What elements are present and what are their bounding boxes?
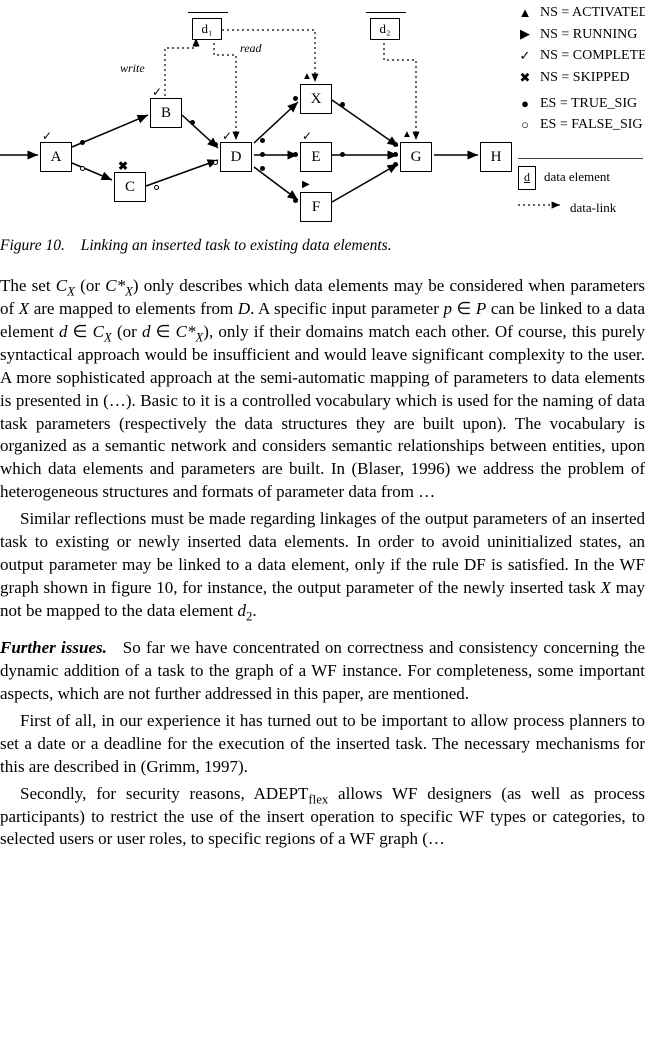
true-sig-icon <box>293 198 298 203</box>
node-G: G <box>400 142 432 172</box>
triangle-right-icon: ▶ <box>302 178 310 192</box>
check-icon: ✓ <box>222 128 232 144</box>
true-sig-icon <box>340 152 345 157</box>
triangle-up-icon: ▲ <box>402 128 412 142</box>
node-label: B <box>161 105 171 121</box>
node-label: F <box>312 199 320 215</box>
triangle-right-icon: ▶ <box>518 24 532 44</box>
node-label: C <box>125 179 135 195</box>
false-sig-icon <box>213 160 218 165</box>
legend-text: ES = FALSE_SIG <box>540 114 643 136</box>
true-sig-icon <box>260 166 265 171</box>
legend-divider <box>518 158 643 159</box>
run-in-heading: Further issues. <box>0 638 107 657</box>
data-element-d1: d₁ <box>192 18 222 40</box>
true-sig-icon <box>293 152 298 157</box>
paragraph: Further issues. So far we have concentra… <box>0 637 645 706</box>
true-sig-icon <box>340 102 345 107</box>
node-X: X <box>300 84 332 114</box>
triangle-up-icon: ▲ <box>518 3 532 23</box>
legend-text: data-link <box>570 200 616 215</box>
filled-circle-icon: ● <box>518 94 532 114</box>
x-icon: ✖ <box>118 158 128 174</box>
node-C: C <box>114 172 146 202</box>
paragraph: The set CX (or C*X) only describes which… <box>0 275 645 504</box>
node-A: A <box>40 142 72 172</box>
legend-text: NS = ACTIVATED <box>540 2 645 24</box>
node-label: D <box>231 149 242 165</box>
true-sig-icon <box>190 120 195 125</box>
triangle-up-icon: ▲ <box>302 70 312 84</box>
node-label: X <box>311 91 322 107</box>
figure-legend: ▲ NS = ACTIVATED ▶ NS = RUNNING ✓ NS = COMP… <box>518 2 645 136</box>
data-underline <box>366 12 406 13</box>
node-D: D <box>220 142 252 172</box>
paragraph: Similar reflections must be made regardi… <box>0 508 645 623</box>
true-sig-icon <box>260 152 265 157</box>
figure-10: d₁ d₂ write read A B C D X E F G H ✓ ✓ ✖… <box>0 0 645 230</box>
check-icon: ✓ <box>302 128 312 144</box>
true-sig-icon <box>393 162 398 167</box>
true-sig-icon <box>393 142 398 147</box>
data-underline <box>188 12 228 13</box>
check-icon: ✓ <box>42 128 52 144</box>
check-icon: ✓ <box>518 46 532 66</box>
node-E: E <box>300 142 332 172</box>
node-H: H <box>480 142 512 172</box>
data-element-d2: d₂ <box>370 18 400 40</box>
anno-read: read <box>240 40 262 56</box>
node-label: G <box>411 149 422 165</box>
true-sig-icon <box>260 138 265 143</box>
true-sig-icon <box>293 96 298 101</box>
paragraph-text: Secondly, for security reasons, ADEPTfle… <box>0 784 645 849</box>
anno-write: write <box>120 60 145 76</box>
node-label: E <box>311 149 320 165</box>
legend-text: data element <box>544 169 610 184</box>
true-sig-icon <box>393 152 398 157</box>
paragraph-text: The set CX (or C*X) only describes which… <box>0 276 645 501</box>
node-B: B <box>150 98 182 128</box>
paragraph-text: First of all, in our experience it has t… <box>0 711 645 776</box>
false-sig-icon <box>80 166 85 171</box>
data-element-label: d₂ <box>379 21 390 36</box>
false-sig-icon <box>154 185 159 190</box>
x-icon: ✖ <box>518 68 532 88</box>
true-sig-icon <box>80 140 85 145</box>
node-label: H <box>491 149 502 165</box>
node-label: A <box>51 149 62 165</box>
true-sig-icon <box>213 142 218 147</box>
legend-text: NS = COMPLETED <box>540 45 645 67</box>
legend-text: NS = SKIPPED <box>540 67 630 89</box>
figure-number: Figure 10. <box>0 237 65 254</box>
paragraph-text: Similar reflections must be made regardi… <box>0 509 645 620</box>
paragraph: Secondly, for security reasons, ADEPTfle… <box>0 783 645 852</box>
paragraph: First of all, in our experience it has t… <box>0 710 645 779</box>
check-icon: ✓ <box>152 84 162 100</box>
figure-caption: Figure 10. Linking an inserted task to e… <box>0 236 645 257</box>
node-F: F <box>300 192 332 222</box>
legend-text: NS = RUNNING <box>540 24 637 46</box>
figure-legend-data: d data element data-link <box>518 165 616 219</box>
legend-text: ES = TRUE_SIG <box>540 93 637 115</box>
data-element-icon: d <box>518 166 536 190</box>
data-element-label: d₁ <box>201 21 212 36</box>
figure-caption-text: Linking an inserted task to existing dat… <box>81 237 392 254</box>
empty-circle-icon: ○ <box>518 115 532 135</box>
